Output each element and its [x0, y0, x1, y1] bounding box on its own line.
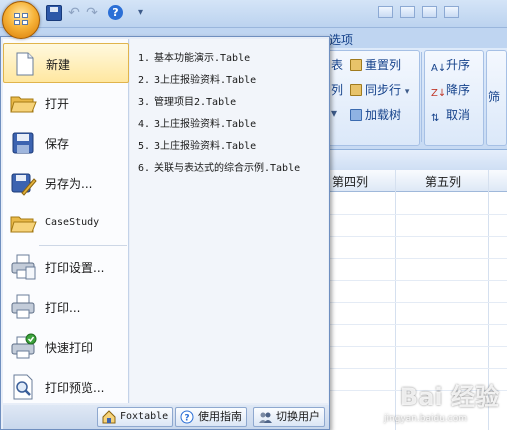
recent-document-item[interactable]: 1. 基本功能演示.Table	[138, 49, 250, 64]
help-icon: ?	[180, 410, 194, 424]
ribbon-group-separator	[421, 52, 422, 142]
menu-item-print-preview[interactable]: 打印预览...	[3, 367, 129, 407]
menu-item-save-as[interactable]: 另存为...	[3, 163, 129, 203]
baidu-watermark-url: jingyan.baidu.com	[383, 414, 467, 424]
quick-save-icon[interactable]	[46, 5, 62, 21]
new-document-icon	[16, 52, 34, 76]
save-as-icon	[11, 173, 37, 196]
reset-columns-button[interactable]: 重置列	[350, 56, 401, 73]
column-divider	[395, 170, 396, 430]
close-window-icon[interactable]	[444, 6, 459, 18]
recent-document-item[interactable]: 6. 关联与表达式的综合示例.Table	[138, 159, 300, 174]
menu-item-print-setup[interactable]: 打印设置...	[3, 247, 129, 287]
menu-item-open[interactable]: 打开	[3, 83, 129, 123]
row-divider	[330, 368, 507, 369]
baidu-watermark: Bai 经验	[399, 383, 499, 411]
save-disk-icon	[12, 132, 34, 154]
home-icon	[102, 410, 116, 424]
row-divider	[330, 280, 507, 281]
menu-commands-pane: 新建 打开 保存 另存为... CaseStudy 打印设置... 打印... …	[3, 39, 129, 403]
open-folder-icon	[10, 96, 37, 113]
menu-item-quick-print[interactable]: 快速打印	[3, 327, 129, 367]
maximize-window-icon[interactable]	[400, 6, 415, 18]
menu-footer: Foxtable ? 使用指南 切换用户	[3, 405, 329, 429]
cancel-sort-button[interactable]: ⇅ 取消	[431, 106, 470, 125]
menu-item-print[interactable]: 打印...	[3, 287, 129, 327]
menu-separator	[39, 245, 127, 246]
row-divider	[330, 236, 507, 237]
app-grid-icon	[14, 13, 29, 27]
menu-item-new[interactable]: 新建	[3, 43, 129, 83]
menu-item-save[interactable]: 保存	[3, 123, 129, 163]
svg-text:?: ?	[184, 414, 189, 424]
row-divider	[330, 302, 507, 303]
printer-icon	[11, 294, 35, 319]
user-guide-button[interactable]: ? 使用指南	[175, 407, 247, 427]
sort-ascending-icon: A↓	[431, 63, 447, 74]
sync-rows-button[interactable]: 同步行 ▾	[350, 81, 409, 98]
recent-document-item[interactable]: 2. 3上庄报验资料.Table	[138, 71, 256, 86]
quick-print-icon	[11, 333, 37, 359]
row-divider	[330, 346, 507, 347]
menu-item-casestudy[interactable]: CaseStudy	[3, 203, 129, 243]
column-header-5[interactable]: 第五列	[425, 173, 461, 190]
row-divider	[330, 258, 507, 259]
ribbon-column-button[interactable]: 列	[331, 81, 343, 98]
row-divider	[330, 324, 507, 325]
cancel-sort-icon: ⇅	[431, 113, 440, 124]
application-menu: 新建 打开 保存 另存为... CaseStudy 打印设置... 打印... …	[0, 36, 330, 430]
switch-user-button[interactable]: 切换用户	[253, 407, 325, 427]
foxtable-button[interactable]: Foxtable	[97, 407, 174, 427]
dropdown-arrow-icon: ▾	[404, 87, 410, 97]
undo-icon[interactable]: ↶	[66, 5, 82, 21]
ribbon-table-button[interactable]: 表	[331, 56, 343, 73]
print-setup-icon	[11, 254, 36, 280]
customize-toolbar-icon[interactable]: ▾	[138, 5, 154, 21]
ribbon-dropdown-arrow-icon[interactable]: ▾	[331, 106, 337, 120]
filter-button[interactable]: 筛	[488, 88, 500, 105]
tab-options[interactable]: 选项	[329, 31, 353, 48]
column-header-4[interactable]: 第四列	[332, 173, 368, 190]
row-divider	[330, 214, 507, 215]
recent-document-item[interactable]: 5. 3上庄报验资料.Table	[138, 137, 256, 152]
sort-ascending-button[interactable]: A↓升序	[431, 56, 470, 75]
help-icon[interactable]: ?	[108, 5, 123, 20]
reset-columns-icon	[350, 59, 362, 71]
users-icon	[259, 412, 272, 423]
recent-documents-pane: 1. 基本功能演示.Table 2. 3上庄报验资料.Table 3. 管理项目2.T…	[130, 39, 328, 403]
application-menu-button[interactable]	[2, 1, 40, 39]
redo-icon[interactable]: ↷	[84, 5, 100, 21]
load-tree-icon	[350, 109, 362, 121]
sort-descending-button[interactable]: Z↓降序	[431, 81, 470, 100]
minimize-window-icon[interactable]	[378, 6, 393, 18]
restore-window-icon[interactable]	[422, 6, 437, 18]
sync-rows-icon	[350, 84, 362, 96]
sort-descending-icon: Z↓	[431, 88, 447, 99]
recent-document-item[interactable]: 3. 管理项目2.Table	[138, 93, 236, 108]
print-preview-icon	[13, 374, 33, 400]
load-tree-button[interactable]: 加载树	[350, 106, 401, 123]
recent-document-item[interactable]: 4. 3上庄报验资料.Table	[138, 115, 256, 130]
folder-icon	[10, 216, 37, 233]
